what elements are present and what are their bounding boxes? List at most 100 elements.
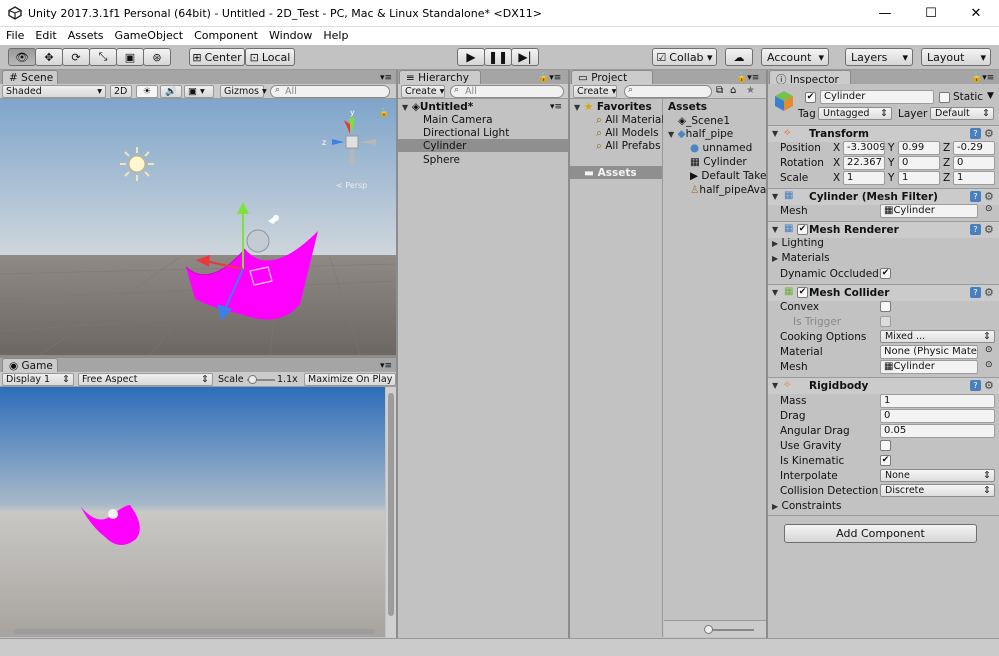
scene-root[interactable]: ▼ ◈Untitled*: [402, 101, 473, 113]
rigidbody-header[interactable]: ▼ ⟡ Rigidbody ? ⚙: [768, 377, 999, 394]
play-button[interactable]: ▶: [457, 48, 485, 66]
help-icon[interactable]: ?: [970, 128, 981, 139]
favorites-folder[interactable]: ▼ ★ Favorites: [574, 101, 652, 113]
asset-avatar[interactable]: ♙half_pipeAvatar: [690, 184, 766, 196]
object-picker-icon[interactable]: ⊙: [985, 345, 993, 355]
chevron-down-icon[interactable]: ▼: [987, 91, 994, 101]
gear-icon[interactable]: ⚙: [984, 223, 994, 236]
collab-button[interactable]: ☑ Collab ▾: [652, 48, 717, 66]
position-y-input[interactable]: 0.99: [898, 141, 940, 155]
game-h-scrollbar[interactable]: [14, 629, 375, 634]
asset-scene[interactable]: ◈_Scene1: [678, 115, 730, 127]
rect-tool-button[interactable]: ▣: [116, 48, 144, 66]
mesh-filter-header[interactable]: ▼ ▦ Cylinder (Mesh Filter) ? ⚙: [768, 188, 999, 205]
mesh-collider-enabled-checkbox[interactable]: ✔: [797, 287, 808, 298]
icon-size-slider-track[interactable]: [706, 629, 754, 631]
transform-header[interactable]: ▼ ⟡ Transform ? ⚙: [768, 125, 999, 142]
hand-tool-button[interactable]: 👁: [8, 48, 36, 66]
icon-size-slider-thumb[interactable]: [704, 625, 713, 634]
asset-cylinder-mesh[interactable]: ▦ Cylinder: [690, 156, 747, 168]
use-gravity-checkbox[interactable]: [880, 440, 891, 451]
fav-all-materials[interactable]: ⌕ All Materials: [596, 114, 663, 127]
scale-slider-thumb[interactable]: [248, 375, 257, 384]
asset-default-take[interactable]: ▶ Default Take: [690, 170, 766, 182]
maximize-button[interactable]: ☐: [908, 0, 954, 27]
active-checkbox[interactable]: ✔: [805, 92, 816, 103]
dynamic-occluded-checkbox[interactable]: ✔: [880, 268, 891, 279]
gizmos-dropdown[interactable]: Gizmos ▾: [220, 85, 267, 98]
gear-icon[interactable]: ⚙: [984, 286, 994, 299]
materials-foldout[interactable]: ▶ Materials: [772, 252, 830, 264]
menu-edit[interactable]: Edit: [29, 27, 61, 42]
display-dropdown[interactable]: Display 1 ⇕: [2, 373, 74, 386]
hierarchy-create-button[interactable]: Create ▾: [401, 85, 445, 98]
drag-input[interactable]: 0: [880, 409, 995, 423]
scrollbar-thumb[interactable]: [388, 393, 394, 616]
scale-y-input[interactable]: 1: [898, 171, 940, 185]
assets-folder[interactable]: ▬ Assets: [584, 167, 637, 179]
rotation-x-input[interactable]: 22.367: [843, 156, 885, 170]
menu-gameobject[interactable]: GameObject: [109, 27, 189, 42]
mesh-renderer-enabled-checkbox[interactable]: ✔: [797, 224, 808, 235]
project-create-button[interactable]: Create ▾: [573, 85, 617, 98]
minimize-button[interactable]: —: [862, 0, 908, 27]
lock-icon[interactable]: 🔒▾≡: [538, 73, 561, 83]
layout-dropdown[interactable]: Layout ▾: [921, 48, 991, 66]
pivot-center-button[interactable]: ⊞ Center: [189, 48, 245, 66]
mesh-object-field[interactable]: ▦Cylinder: [880, 204, 978, 218]
convex-checkbox[interactable]: [880, 301, 891, 312]
tag-dropdown[interactable]: Untagged ⇕: [818, 107, 892, 120]
lighting-toggle-button[interactable]: ☀: [136, 85, 158, 98]
hierarchy-item-sphere[interactable]: Sphere: [423, 154, 460, 166]
toggle-2d-button[interactable]: 2D: [110, 85, 132, 98]
rotation-z-input[interactable]: 0: [953, 156, 995, 170]
position-x-input[interactable]: -3.3009: [843, 141, 885, 155]
help-icon[interactable]: ?: [970, 224, 981, 235]
asset-unnamed[interactable]: ● unnamed: [690, 142, 752, 154]
menu-window[interactable]: Window: [263, 27, 317, 42]
hierarchy-item-cylinder[interactable]: Cylinder: [423, 140, 466, 152]
move-tool-button[interactable]: ✥: [35, 48, 63, 66]
add-component-button[interactable]: Add Component: [784, 524, 977, 543]
scene-viewport[interactable]: y z < Persp: [0, 99, 396, 355]
game-viewport[interactable]: [0, 387, 385, 637]
angular-drag-input[interactable]: 0.05: [880, 424, 995, 438]
help-icon[interactable]: ?: [970, 191, 981, 202]
layer-dropdown[interactable]: Default ⇕: [930, 107, 994, 120]
maximize-on-play-toggle[interactable]: Maximize On Play: [304, 373, 396, 386]
transform-tool-button[interactable]: ⊛: [143, 48, 171, 66]
cloud-button[interactable]: ☁: [725, 48, 753, 66]
mass-input[interactable]: 1: [880, 394, 995, 408]
lock-icon[interactable]: 🔒▾≡: [736, 73, 759, 83]
menu-file[interactable]: File: [0, 27, 29, 42]
game-scrollbar[interactable]: [386, 387, 396, 638]
scene-search-input[interactable]: All: [270, 85, 390, 98]
layers-dropdown[interactable]: Layers ▾: [845, 48, 913, 66]
interpolate-dropdown[interactable]: None ⇕: [880, 469, 995, 482]
menu-component[interactable]: Component: [188, 27, 263, 42]
account-dropdown[interactable]: Account ▾: [761, 48, 829, 66]
lighting-foldout[interactable]: ▶ Lighting: [772, 237, 824, 249]
filter-label-icon[interactable]: ⌂: [730, 85, 736, 96]
shading-mode-dropdown[interactable]: Shaded ▾: [2, 85, 106, 98]
help-icon[interactable]: ?: [970, 287, 981, 298]
is-kinematic-checkbox[interactable]: ✔: [880, 455, 891, 466]
hierarchy-search-input[interactable]: All: [450, 85, 564, 98]
gear-icon[interactable]: ⚙: [984, 127, 994, 140]
collision-detection-dropdown[interactable]: Discrete ⇕: [880, 484, 995, 497]
gear-icon[interactable]: ⚙: [984, 190, 994, 203]
mesh-renderer-header[interactable]: ▼ ▦ ✔ Mesh Renderer ? ⚙: [768, 221, 999, 238]
lock-icon[interactable]: 🔒▾≡: [971, 73, 994, 83]
lock-icon[interactable]: 🔒: [379, 108, 389, 117]
object-name-input[interactable]: Cylinder: [820, 90, 934, 104]
hierarchy-item-directional-light[interactable]: Directional Light: [423, 127, 509, 139]
scale-z-input[interactable]: 1: [953, 171, 995, 185]
menu-help[interactable]: Help: [317, 27, 353, 42]
collider-mesh-field[interactable]: ▦Cylinder: [880, 360, 978, 374]
object-picker-icon[interactable]: ⊙: [985, 204, 993, 214]
effects-dropdown[interactable]: ▣ ▾: [184, 85, 214, 98]
help-icon[interactable]: ?: [970, 380, 981, 391]
fav-all-models[interactable]: ⌕ All Models: [596, 127, 663, 140]
pivot-local-button[interactable]: ⊡ Local: [245, 48, 295, 66]
cooking-options-dropdown[interactable]: Mixed ... ⇕: [880, 330, 995, 343]
